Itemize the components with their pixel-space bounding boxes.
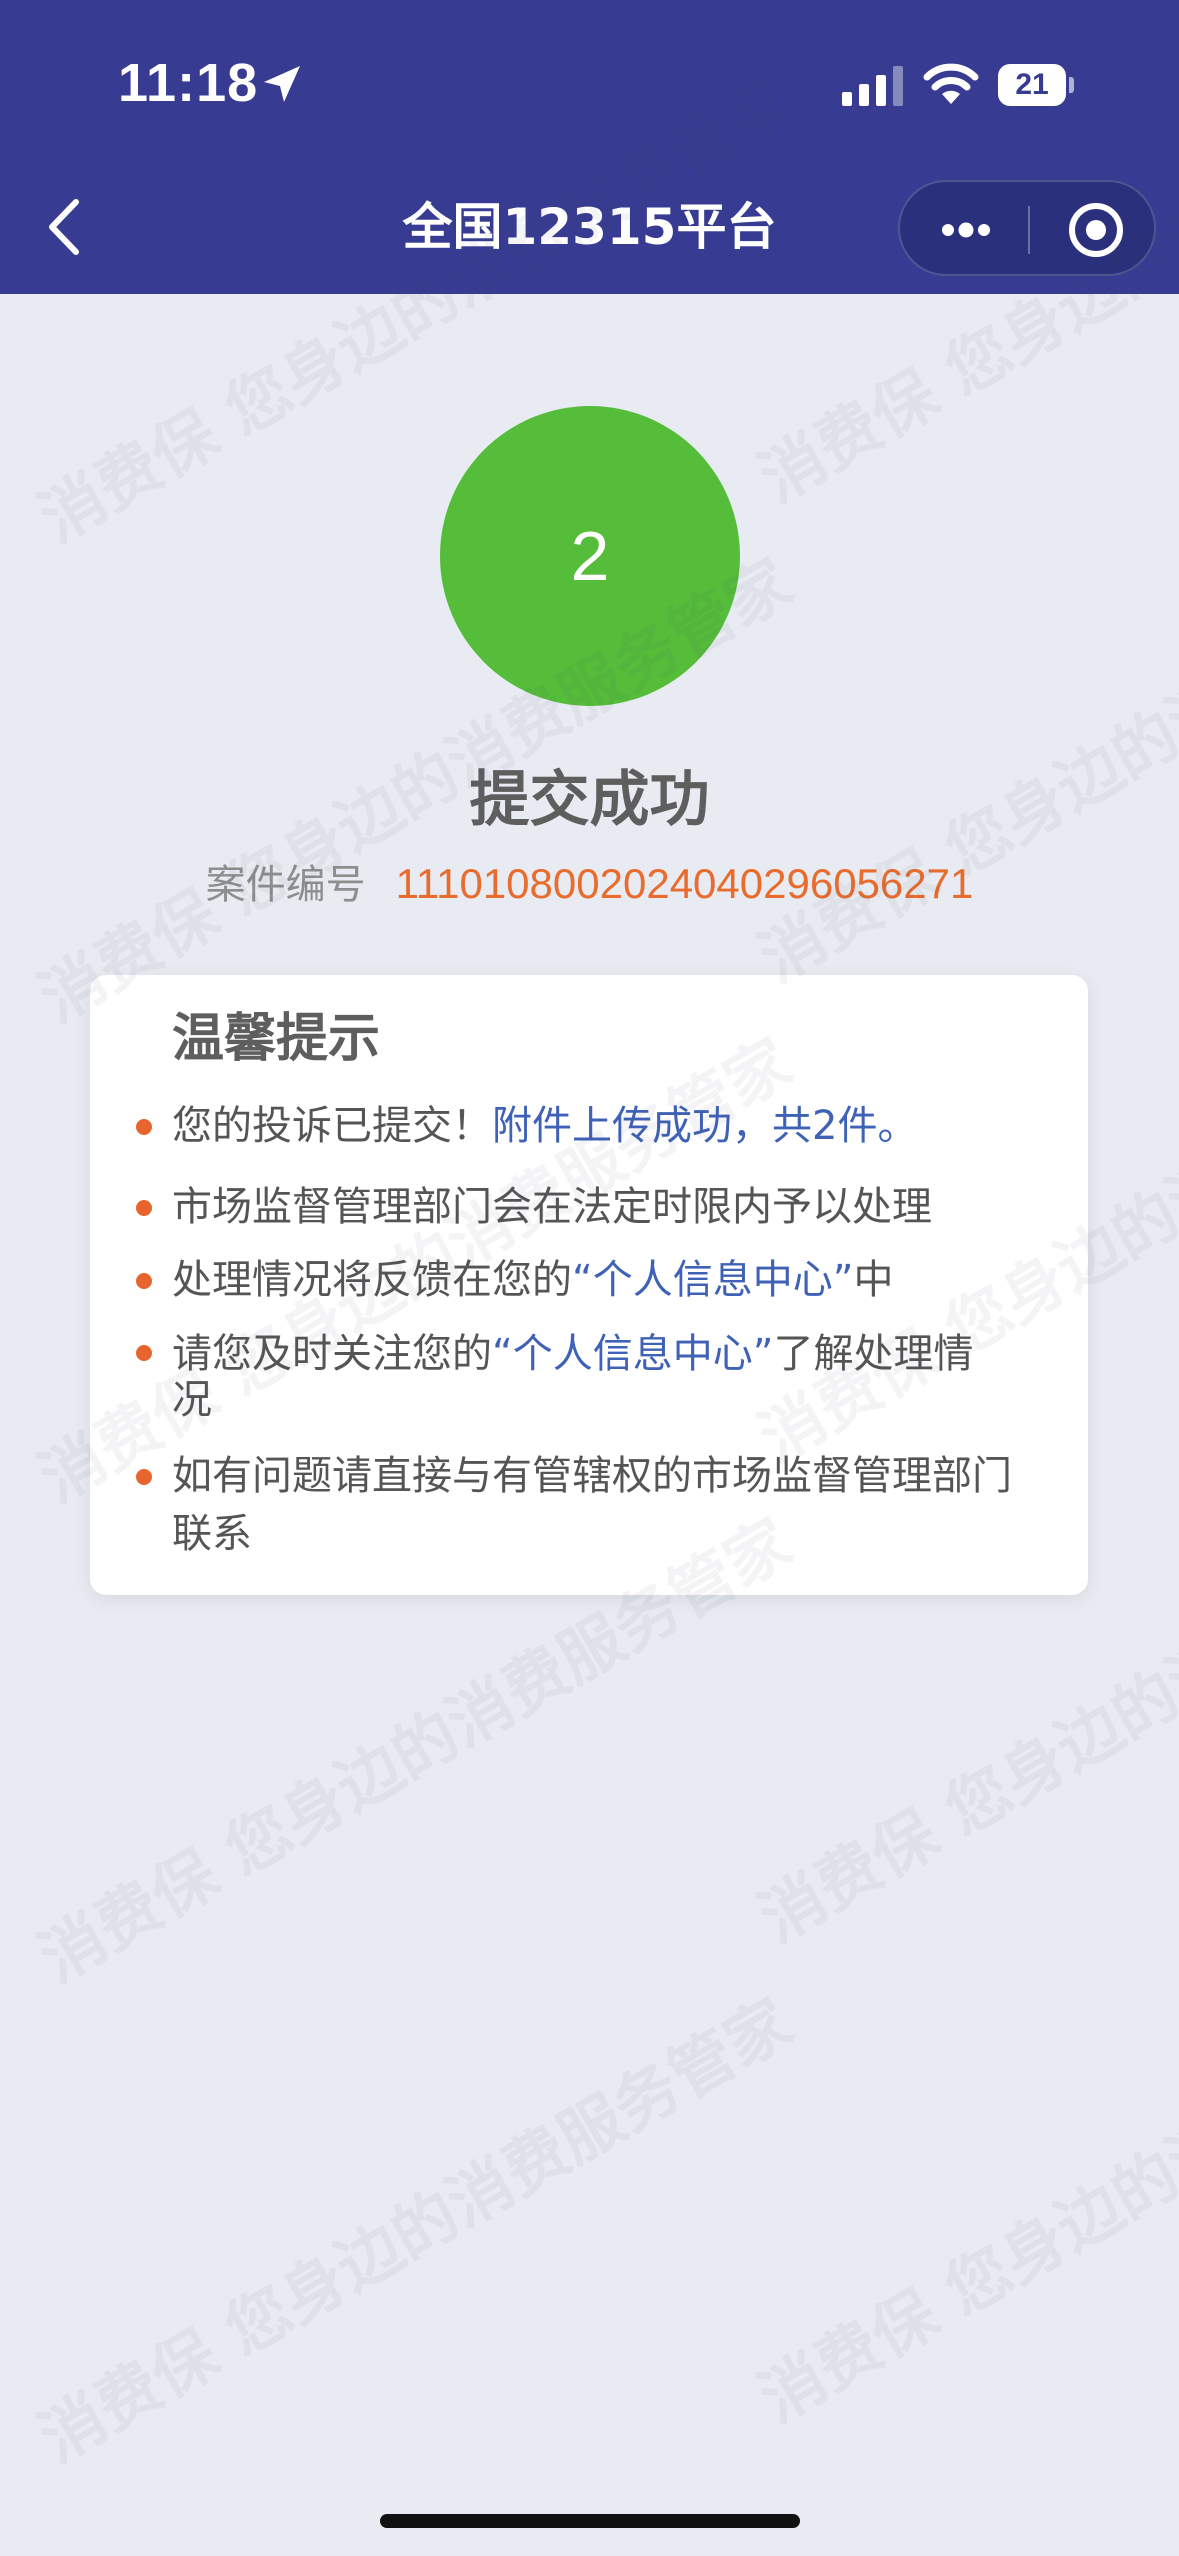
bullet-icon [136, 1345, 152, 1361]
capsule-divider [1028, 206, 1030, 254]
battery-indicator: 21 [998, 64, 1074, 108]
info-center-link[interactable]: “个人信息中心” [572, 1257, 853, 1303]
tip-item: 市场监督管理部门会在法定时限内予以处理 [136, 1178, 1052, 1236]
bullet-icon [136, 1200, 152, 1216]
more-dots-icon[interactable] [936, 212, 996, 248]
close-miniprogram-icon[interactable] [1066, 200, 1126, 260]
watermark-text: 消费保 您身边的消费服务管家 [747, 1945, 1179, 2438]
location-arrow-icon [264, 66, 300, 102]
wifi-icon [923, 63, 979, 104]
case-number-label: 案件编号 [205, 862, 366, 908]
watermark-text: 消费保 您身边的消费服务管家 [747, 505, 1179, 998]
battery-level: 21 [998, 64, 1066, 106]
tip-item: 处理情况将反馈在您的“个人信息中心”中 [136, 1251, 1052, 1309]
tip-text: 如有问题请直接与有管辖权的市场监督管理部门联系 [172, 1453, 1012, 1557]
tip-text: 请您及时关注您的 [172, 1331, 492, 1377]
bullet-icon [136, 1469, 152, 1485]
miniprogram-capsule [898, 180, 1156, 276]
tip-item: 如有问题请直接与有管辖权的市场监督管理部门联系 [136, 1447, 1012, 1563]
case-number-value: 1110108002024040296056271 [395, 860, 974, 907]
watermark-text: 消费保 您身边的消费服务管家 [27, 1985, 805, 2478]
tip-highlight: 附件上传成功，共2件。 [492, 1103, 918, 1149]
case-number-row: 案件编号 1110108002024040296056271 [0, 856, 1179, 913]
battery-tip [1069, 77, 1074, 93]
tips-title: 温馨提示 [172, 1009, 381, 1069]
step-indicator: 2 [440, 406, 740, 706]
tip-text: 中 [853, 1257, 894, 1303]
bullet-icon [136, 1273, 152, 1289]
tips-card: 温馨提示 您的投诉已提交！附件上传成功，共2件。 市场监督管理部门会在法定时限内… [90, 975, 1088, 1595]
tip-item: 请您及时关注您的“个人信息中心”了解处理情况 [136, 1331, 1012, 1423]
tip-text: 处理情况将反馈在您的 [172, 1257, 572, 1303]
tip-item: 您的投诉已提交！附件上传成功，共2件。 [136, 1097, 1052, 1155]
info-center-link[interactable]: “个人信息中心” [492, 1331, 773, 1377]
success-title: 提交成功 [469, 765, 710, 835]
cellular-signal-icon [842, 66, 903, 106]
tip-text: 您的投诉已提交！ [172, 1103, 492, 1149]
status-time: 11:18 [118, 53, 259, 113]
home-indicator[interactable] [380, 2514, 800, 2528]
tip-text: 市场监督管理部门会在法定时限内予以处理 [172, 1184, 932, 1230]
bullet-icon [136, 1119, 152, 1135]
nav-header: 11:18 21 全国12315平台 [0, 0, 1179, 294]
